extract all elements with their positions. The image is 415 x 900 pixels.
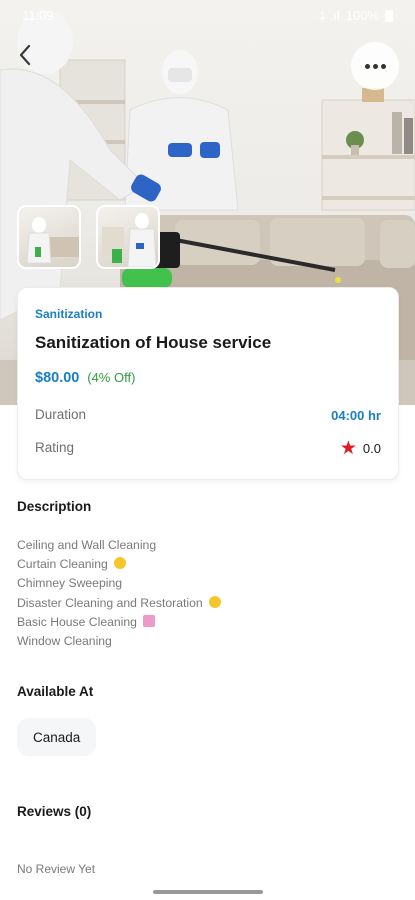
available-at-title: Available At <box>17 684 94 699</box>
duration-value: 04:00 hr <box>331 408 381 423</box>
status-bar: 11:09 ‡ .ıl 100% <box>0 0 415 30</box>
smile-emoji-icon <box>113 557 126 570</box>
description-item: Window Cleaning <box>17 634 112 649</box>
signal-icon: ‡ .ıl <box>318 8 340 23</box>
hush-emoji-icon <box>208 595 221 608</box>
rating-label: Rating <box>35 440 75 455</box>
thumbnail-image <box>102 213 157 267</box>
description-item: Chimney Sweeping <box>17 576 123 591</box>
gallery-thumbnails <box>17 205 160 269</box>
more-options-button[interactable] <box>351 42 399 90</box>
gallery-thumbnail[interactable] <box>96 205 160 269</box>
status-indicators: ‡ .ıl 100% <box>319 8 393 23</box>
description-item: Ceiling and Wall Cleaning <box>17 538 157 552</box>
no-review-text: No Review Yet <box>17 862 96 876</box>
battery-icon <box>385 9 393 22</box>
location-chip[interactable]: Canada <box>17 718 97 756</box>
description-item: Basic House Cleaning <box>17 613 221 632</box>
service-category: Sanitization <box>35 307 103 321</box>
duration-label: Duration <box>35 407 87 422</box>
thumbnail-image <box>26 217 79 264</box>
price-row: $80.00 (4% Off) <box>35 369 135 386</box>
back-button[interactable] <box>18 44 54 80</box>
status-time: 11:09 <box>22 8 54 23</box>
star-icon: ★ <box>339 438 357 459</box>
building-emoji-icon <box>142 614 155 627</box>
service-title: Sanitization of House service <box>35 333 272 352</box>
gesture-nav-handle[interactable] <box>153 890 263 894</box>
back-arrow-icon <box>19 44 31 66</box>
rating-value-group: ★ 0.0 <box>340 439 381 458</box>
description-item: Curtain Cleaning <box>17 555 221 574</box>
reviews-title: Reviews (0) <box>17 804 92 819</box>
gallery-thumbnail[interactable] <box>17 205 81 269</box>
battery-percent: 100% <box>345 8 379 23</box>
description-title: Description <box>17 499 92 514</box>
more-icon <box>364 63 370 69</box>
discount-label: (4% Off) <box>87 370 136 385</box>
service-price: $80.00 <box>35 370 80 386</box>
description-item: Disaster Cleaning and Restoration <box>17 594 221 613</box>
description-list: Ceiling and Wall Cleaning Curtain Cleani… <box>17 536 221 651</box>
rating-value: 0.0 <box>362 441 381 456</box>
service-info-card: Sanitization Sanitization of House servi… <box>17 287 399 480</box>
